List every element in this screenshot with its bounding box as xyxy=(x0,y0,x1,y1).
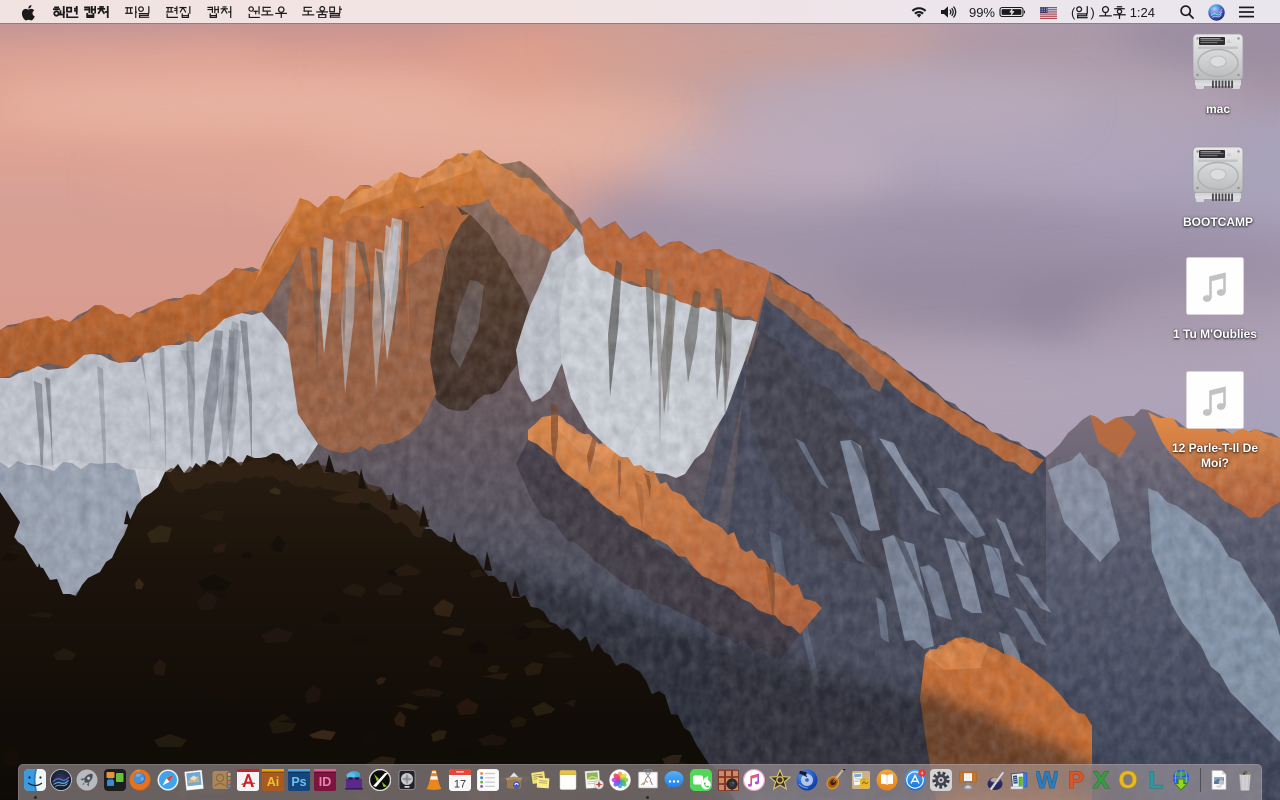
svg-text:ID: ID xyxy=(318,775,331,789)
svg-text:Ai: Ai xyxy=(266,775,279,789)
svg-text:17: 17 xyxy=(454,779,466,791)
svg-text:Ps: Ps xyxy=(291,775,306,789)
svg-text:O: O xyxy=(1119,769,1138,791)
svg-text:X: X xyxy=(1093,769,1109,791)
svg-text:P: P xyxy=(1067,769,1083,791)
svg-text:W: W xyxy=(1036,769,1058,791)
svg-text:L: L xyxy=(1149,769,1164,791)
